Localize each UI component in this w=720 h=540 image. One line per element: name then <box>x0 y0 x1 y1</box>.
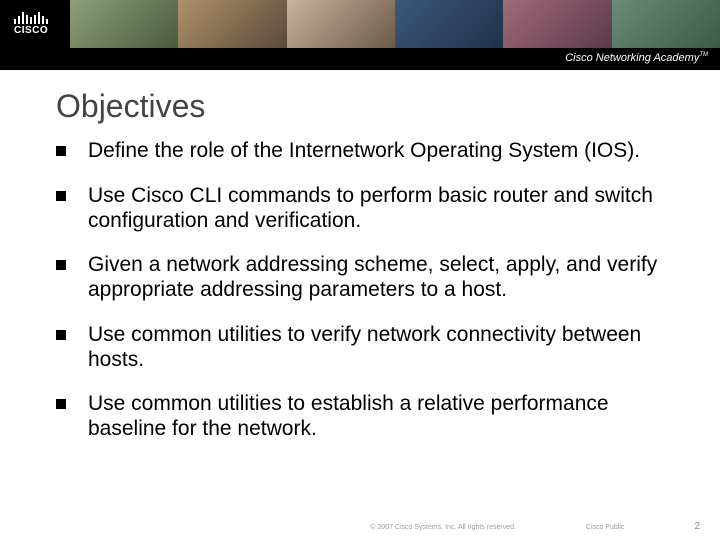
slide-header: CISCO Cisco Networking AcademyTM <box>0 0 720 70</box>
bullet-icon <box>56 260 66 270</box>
bullet-icon <box>56 399 66 409</box>
trademark: TM <box>699 52 708 58</box>
list-item: Given a network addressing scheme, selec… <box>56 253 670 303</box>
list-item: Use common utilities to verify network c… <box>56 323 670 373</box>
bullet-icon <box>56 330 66 340</box>
copyright-text: © 2007 Cisco Systems, Inc. All rights re… <box>370 524 516 531</box>
page-title: Objectives <box>56 88 670 125</box>
slide-footer: © 2007 Cisco Systems, Inc. All rights re… <box>0 521 720 532</box>
objective-text: Given a network addressing scheme, selec… <box>88 253 670 303</box>
bullet-icon <box>56 146 66 156</box>
objective-text: Use Cisco CLI commands to perform basic … <box>88 184 670 234</box>
list-item: Use common utilities to establish a rela… <box>56 392 670 442</box>
cisco-logo-text: CISCO <box>14 25 48 36</box>
slide-content: Objectives Define the role of the Intern… <box>0 70 720 442</box>
slide: CISCO Cisco Networking AcademyTM Objecti… <box>0 0 720 540</box>
page-number: 2 <box>694 521 700 532</box>
objectives-list: Define the role of the Internetwork Oper… <box>56 139 670 442</box>
objective-text: Define the role of the Internetwork Oper… <box>88 139 640 164</box>
objective-text: Use common utilities to establish a rela… <box>88 392 670 442</box>
list-item: Define the role of the Internetwork Oper… <box>56 139 670 164</box>
cisco-logo: CISCO <box>14 10 48 36</box>
classification-text: Cisco Public <box>586 524 625 531</box>
header-photo-strip <box>70 0 720 48</box>
academy-text: Cisco Networking Academy <box>565 52 699 64</box>
objective-text: Use common utilities to verify network c… <box>88 323 670 373</box>
bullet-icon <box>56 191 66 201</box>
list-item: Use Cisco CLI commands to perform basic … <box>56 184 670 234</box>
cisco-bridge-icon <box>14 10 48 24</box>
academy-label: Cisco Networking AcademyTM <box>565 52 708 64</box>
